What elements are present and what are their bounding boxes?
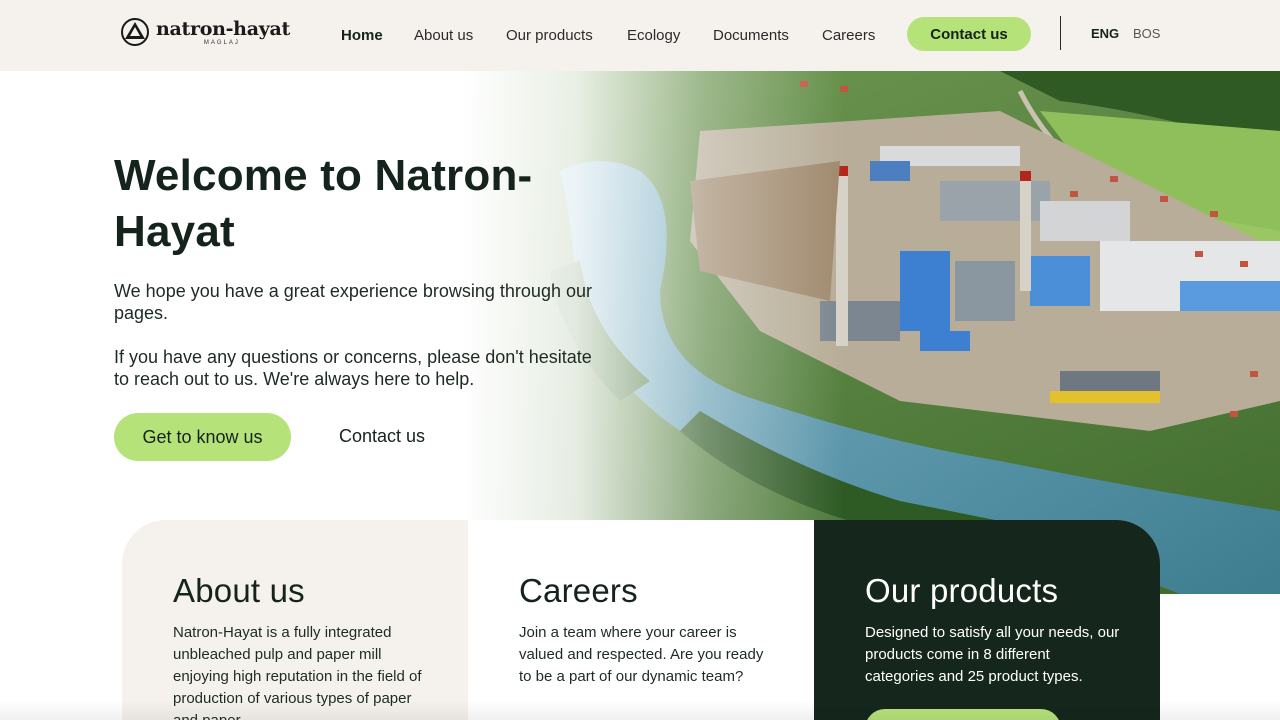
card-text: Designed to satisfy all your needs, our … [865,624,1120,685]
hero-paragraph-1: We hope you have a great experience brow… [114,281,592,323]
header-divider [1060,16,1061,50]
language-bos[interactable]: BOS [1133,26,1160,41]
card-text: Join a team where your career is valued … [519,624,764,685]
nav-item-our-products[interactable]: Our products [506,27,593,44]
nav-item-careers[interactable]: Careers [822,27,875,44]
logo[interactable]: natron-hayat MAGLAJ [120,17,290,47]
language-eng[interactable]: ENG [1091,26,1119,41]
hero-title: Welcome to Natron-Hayat [114,151,533,256]
card-text: Natron-Hayat is a fully integrated unble… [173,624,422,720]
logo-name: natron-hayat [156,18,290,40]
get-to-know-us-button[interactable]: Get to know us [114,413,291,461]
card-careers[interactable]: Careers Join a team where your career is… [468,520,814,720]
card-about-us[interactable]: About us Natron-Hayat is a fully integra… [122,520,468,720]
card-title: Careers [519,572,638,609]
card-title: Our products [865,572,1059,609]
nav-item-ecology[interactable]: Ecology [627,27,680,44]
site-header: natron-hayat MAGLAJ Home About us Our pr… [0,0,1280,71]
hero-contact-link[interactable]: Contact us [339,426,425,447]
card-title: About us [173,572,305,609]
logo-subtitle: MAGLAJ [203,40,240,46]
hero-paragraph-2: If you have any questions or concerns, p… [114,347,592,389]
logo-emblem-icon [121,18,149,46]
header-contact-button[interactable]: Contact us [907,17,1031,51]
nav-item-home[interactable]: Home [341,27,383,44]
card-our-products[interactable]: Our products Designed to satisfy all you… [814,520,1160,720]
nav-item-about-us[interactable]: About us [414,27,473,44]
products-card-button[interactable] [865,709,1061,720]
nav-item-documents[interactable]: Documents [713,27,789,44]
